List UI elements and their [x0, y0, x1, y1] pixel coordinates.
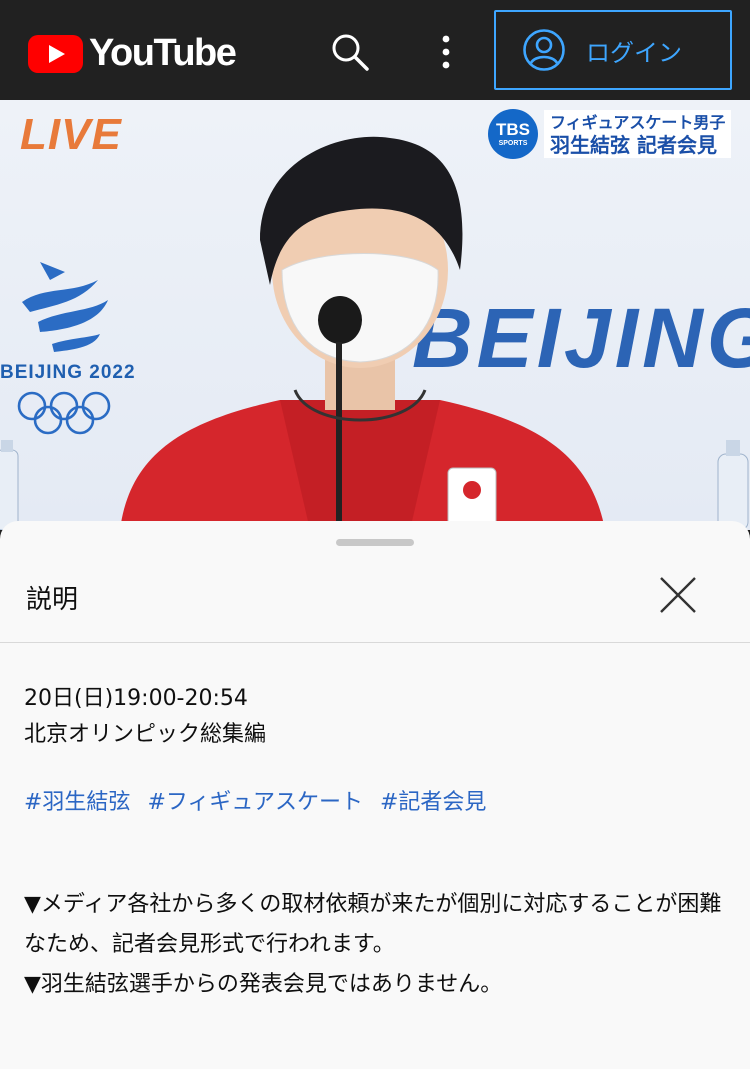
hashtag-link[interactable]: #記者会見: [380, 790, 486, 815]
sheet-drag-handle[interactable]: [336, 539, 414, 546]
description-note: ▼羽生結弦選手からの発表会見ではありません。: [24, 972, 503, 997]
login-button[interactable]: ログイン: [494, 10, 732, 90]
description-notes: ▼メディア各社から多くの取材依頼が来たが個別に対応することが困難なため、記者会見…: [24, 885, 728, 1005]
water-bottle-right: [717, 440, 749, 530]
hashtag-link[interactable]: #羽生結弦: [24, 790, 130, 815]
close-icon: [660, 577, 696, 613]
account-circle-icon: [523, 29, 565, 71]
description-sheet: 説明 20日(日)19:00-20:54 北京オリンピック総集編 #羽生結弦 #…: [0, 521, 750, 1069]
olympic-rings-icon: [17, 391, 111, 435]
hashtag-list: #羽生結弦 #フィギュアスケート #記者会見: [24, 785, 728, 821]
description-schedule: 20日(日)19:00-20:54: [24, 686, 248, 711]
more-options-button[interactable]: [432, 30, 460, 74]
beijing-2022-emblem: [22, 262, 108, 352]
description-note: ▼メディア各社から多くの取材依頼が来たが個別に対応することが困難なため、記者会見…: [24, 892, 722, 957]
press-conference-person: [120, 136, 605, 530]
youtube-play-icon: [28, 34, 83, 73]
water-bottle-left: [0, 440, 19, 530]
sheet-title: 説明: [26, 585, 79, 615]
description-body: 20日(日)19:00-20:54 北京オリンピック総集編 #羽生結弦 #フィギ…: [24, 681, 728, 1005]
live-label: LIVE: [20, 110, 122, 159]
search-icon: [332, 34, 369, 71]
youtube-logo-text: YouTube: [89, 32, 237, 74]
top-app-bar: YouTube ログイン: [0, 0, 750, 100]
close-button[interactable]: [656, 573, 700, 617]
description-program: 北京オリンピック総集編: [24, 722, 267, 747]
search-button[interactable]: [330, 32, 370, 72]
login-label: ログイン: [586, 38, 682, 67]
youtube-logo[interactable]: YouTube: [28, 32, 237, 75]
video-player[interactable]: LIVE TBS SPORTS フィギュアスケート男子 羽生結弦 記者会見 BE…: [0, 100, 750, 530]
sheet-divider: [0, 642, 750, 643]
more-vertical-icon: [442, 35, 450, 69]
hashtag-link[interactable]: #フィギュアスケート: [147, 790, 363, 815]
